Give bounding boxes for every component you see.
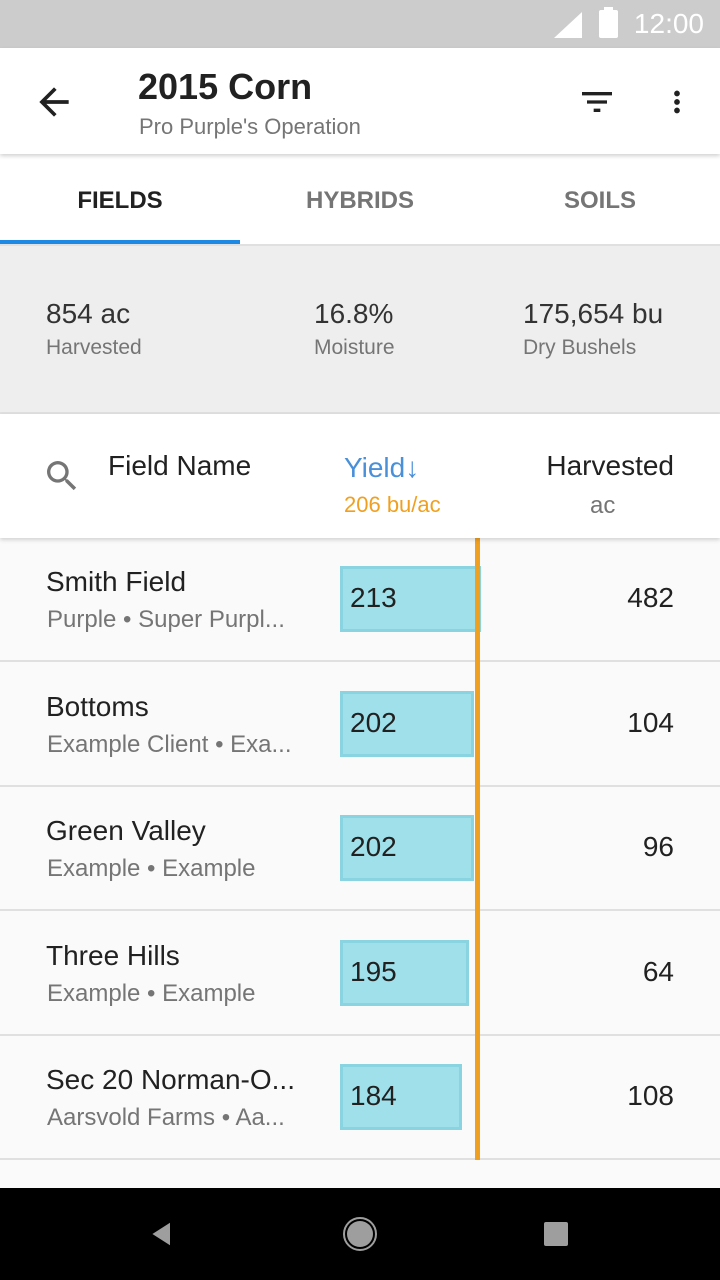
table-header: Field Name Yield↓ 206 bu/ac Harvested ac (0, 414, 720, 538)
table-row[interactable]: Three Hills Example • Example 195 64 (0, 911, 720, 1036)
stat-label: Harvested (46, 336, 142, 359)
harvested-value: 64 (642, 955, 674, 987)
page-subtitle: Pro Purple's Operation (139, 114, 361, 139)
field-subtitle: Example • Example (47, 855, 256, 882)
app-bar: 2015 Corn Pro Purple's Operation (0, 48, 720, 154)
yield-value: 184 (350, 1080, 397, 1111)
column-header-harvested[interactable]: Harvested (546, 450, 674, 482)
battery-icon (599, 7, 618, 38)
field-name: Smith Field (46, 566, 187, 597)
summary-panel: 854 ac Harvested 16.8% Moisture 175,654 … (0, 246, 720, 414)
field-list[interactable]: Smith Field Purple • Super Purpl... 213 482… (0, 538, 720, 1188)
system-nav-bar (0, 1188, 720, 1280)
field-name: Green Valley (46, 815, 206, 846)
table-row[interactable]: Smith Field Purple • Super Purpl... 213 482 (0, 538, 720, 662)
stat-value: 175,654 bu (523, 298, 664, 329)
sort-arrow-down-icon: ↓ (405, 452, 420, 483)
yield-value: 195 (350, 955, 397, 987)
stat-label: Dry Bushels (523, 336, 637, 359)
back-arrow-icon[interactable] (32, 80, 76, 124)
stat-label: Moisture (314, 336, 395, 359)
nav-home-icon[interactable] (340, 1214, 380, 1254)
stat-value: 16.8% (314, 298, 394, 329)
stat-harvested: 854 ac Harvested (46, 298, 142, 360)
harvested-unit: ac (590, 492, 616, 519)
nav-back-icon[interactable] (142, 1214, 182, 1254)
signal-icon (554, 12, 582, 38)
page-title: 2015 Corn (138, 66, 313, 107)
yield-value: 202 (350, 831, 397, 862)
field-name: Bottoms (46, 690, 149, 722)
column-header-yield[interactable]: Yield↓ (344, 452, 419, 484)
table-row[interactable]: Sec 20 Norman-O... Aarsvold Farms • Aa...… (0, 1036, 720, 1160)
tab-indicator (0, 240, 240, 244)
filter-icon[interactable] (574, 82, 620, 122)
stat-dry-bushels: 175,654 bu Dry Bushels (523, 298, 663, 360)
yield-label: Yield (344, 452, 406, 483)
status-bar: 12:00 (0, 0, 720, 48)
search-icon[interactable] (42, 456, 82, 496)
field-subtitle: Aarsvold Farms • Aa... (47, 1104, 285, 1131)
nav-recents-icon[interactable] (536, 1214, 576, 1254)
field-subtitle: Purple • Super Purpl... (47, 606, 285, 633)
stat-value: 854 ac (46, 298, 131, 329)
tab-fields[interactable]: FIELDS (0, 154, 240, 246)
yield-value: 213 (350, 582, 397, 613)
column-header-field-name[interactable]: Field Name (108, 450, 251, 482)
harvested-value: 108 (627, 1080, 674, 1111)
more-vert-icon[interactable] (660, 80, 694, 124)
harvested-value: 482 (627, 582, 674, 613)
tab-hybrids[interactable]: HYBRIDS (240, 154, 480, 246)
field-subtitle: Example Client • Exa... (47, 730, 292, 758)
yield-average: 206 bu/ac (344, 492, 441, 517)
stat-moisture: 16.8% Moisture (314, 298, 395, 360)
tab-soils[interactable]: SOILS (480, 154, 720, 246)
field-name: Sec 20 Norman-O... (46, 1064, 295, 1095)
field-name: Three Hills (46, 939, 180, 971)
yield-value: 202 (350, 706, 397, 738)
tab-bar: FIELDS HYBRIDS SOILS (0, 154, 720, 246)
harvested-value: 96 (642, 831, 674, 862)
field-subtitle: Example • Example (47, 979, 256, 1007)
harvested-value: 104 (627, 706, 674, 738)
average-yield-line (475, 538, 480, 1160)
table-row[interactable]: Bottoms Example Client • Exa... 202 104 (0, 662, 720, 787)
table-row[interactable]: Green Valley Example • Example 202 96 (0, 787, 720, 911)
clock: 12:00 (633, 8, 704, 39)
